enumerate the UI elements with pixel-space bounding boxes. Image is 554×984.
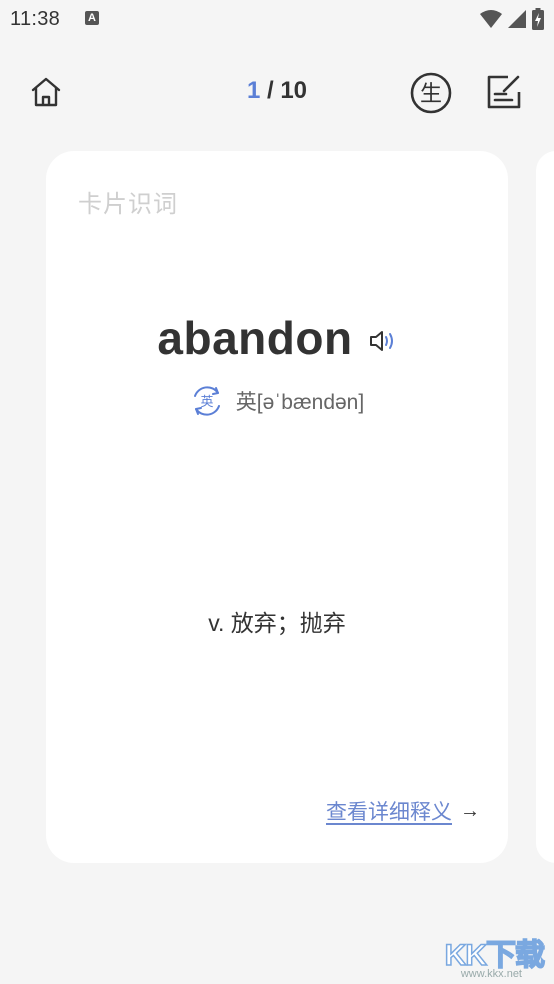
accent-switch-button[interactable]: 英 bbox=[190, 384, 224, 418]
word-row: abandon bbox=[46, 311, 508, 365]
top-nav: 1 / 10 生 bbox=[0, 60, 554, 124]
view-details-link[interactable]: 查看详细释义 bbox=[326, 796, 452, 826]
status-icons bbox=[480, 8, 544, 30]
phonetic-text: 英[əˈbændən] bbox=[235, 391, 365, 414]
battery-icon bbox=[532, 8, 544, 30]
word-text: abandon bbox=[157, 312, 353, 364]
accent-switch-glyph: 英 bbox=[200, 395, 213, 410]
status-time: 11:38 bbox=[10, 8, 61, 30]
card-mode-label: 卡片识词 bbox=[78, 191, 178, 218]
watermark-logo: KK下载 www.kkx.net bbox=[430, 930, 550, 980]
next-card-peek[interactable] bbox=[536, 151, 554, 863]
learn-button[interactable]: 生 bbox=[410, 72, 452, 114]
edit-button[interactable] bbox=[484, 72, 524, 112]
accent-switch-icon: 英 bbox=[193, 386, 220, 416]
current-page: 1 bbox=[246, 77, 261, 104]
learn-icon-glyph: 生 bbox=[420, 82, 442, 107]
notification-a-icon: A bbox=[85, 11, 99, 25]
edit-note-icon bbox=[487, 75, 521, 109]
phonetic-row: 英 英[əˈbændən] bbox=[46, 384, 508, 418]
signal-icon bbox=[508, 10, 526, 28]
page-counter: 1 / 10 bbox=[0, 77, 554, 105]
watermark-url: www.kkx.net bbox=[460, 968, 522, 980]
learn-circle-icon: 生 bbox=[410, 72, 452, 114]
word-card[interactable]: 卡片识词 abandon 英 英[əˈbændən] v. 放弃；抛弃 查看详细… bbox=[46, 151, 508, 863]
wifi-icon bbox=[480, 10, 502, 28]
total-pages: / 10 bbox=[260, 77, 308, 104]
speaker-icon bbox=[369, 331, 393, 351]
status-bar: 11:38 A bbox=[0, 0, 554, 38]
pronounce-button[interactable] bbox=[369, 329, 397, 353]
arrow-right-icon: → bbox=[460, 799, 480, 822]
definition-text: v. 放弃；抛弃 bbox=[208, 610, 346, 636]
detail-link-row: 查看详细释义 → bbox=[326, 796, 480, 826]
